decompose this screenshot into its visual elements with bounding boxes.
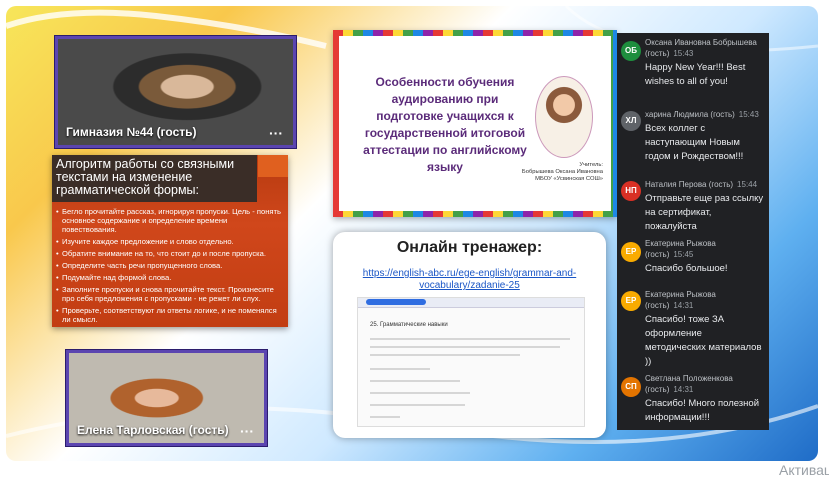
message-sender: Оксана Ивановна Бобрышева (гость) bbox=[645, 38, 757, 58]
participant-name-2: Елена Тарловская (гость) bbox=[77, 423, 229, 437]
message-text: Спасибо! Много полезной информации!!! bbox=[645, 398, 759, 423]
message-time: 15:45 bbox=[673, 250, 694, 259]
text-line bbox=[370, 416, 400, 418]
author-label: Учитель: bbox=[579, 162, 603, 168]
message-time: 14:31 bbox=[673, 301, 694, 310]
message-time: 14:31 bbox=[673, 385, 694, 394]
algorithm-slide: Алгоритм работы со связными текстами на … bbox=[52, 155, 288, 327]
more-options-icon[interactable]: ··· bbox=[269, 125, 283, 141]
participant-tile-2[interactable]: Елена Тарловская (гость) ··· bbox=[66, 350, 267, 446]
message-text: Happy New Year!!! Best wishes to all of … bbox=[645, 62, 746, 87]
text-line bbox=[370, 354, 520, 356]
message-text: Спасибо! тоже ЗА оформление методических… bbox=[645, 314, 762, 367]
text-line bbox=[370, 392, 470, 394]
algorithm-slide-title: Алгоритм работы со связными текстами на … bbox=[52, 155, 257, 202]
list-item: Проверьте, соответствуют ли ответы логик… bbox=[56, 306, 284, 324]
text-line bbox=[370, 404, 465, 406]
algorithm-list: Бегло прочитайте рассказ, игнорируя проп… bbox=[56, 207, 284, 327]
website-task-title: 25. Грамматические навыки bbox=[370, 322, 448, 328]
author-name: Бобрышева Оксана Ивановна bbox=[521, 169, 603, 175]
author-block: Учитель: Бобрышева Оксана Ивановна МБОУ … bbox=[522, 162, 603, 183]
slide-accent-tab bbox=[258, 155, 288, 177]
avatar: НП bbox=[621, 181, 641, 201]
message-text: Отправьте еще раз ссылку на сертификат, … bbox=[645, 193, 764, 232]
text-line bbox=[370, 346, 560, 348]
website-logo bbox=[366, 299, 426, 305]
list-item: Подумайте над формой слова. bbox=[56, 273, 284, 282]
avatar: СП bbox=[621, 377, 641, 397]
trainer-link[interactable]: https://english-abc.ru/ege-english/gramm… bbox=[333, 268, 606, 292]
author-school: МБОУ «Усвинская СОШ» bbox=[535, 176, 603, 182]
website-screenshot: 25. Грамматические навыки bbox=[357, 297, 585, 427]
list-item: Изучите каждое предложение и слово отдел… bbox=[56, 237, 284, 246]
message-time: 15:43 bbox=[673, 49, 694, 58]
message-text: Всех коллег с наступающим Новым годом и … bbox=[645, 123, 744, 162]
avatar: ХЛ bbox=[621, 111, 641, 131]
title-slide-heading: Особенности обучения аудированию при под… bbox=[363, 75, 527, 174]
message-text: Спасибо большое! bbox=[645, 263, 728, 274]
message-sender: харина Людмила (гость) bbox=[645, 110, 735, 119]
message-time: 15:43 bbox=[738, 110, 759, 119]
text-line bbox=[370, 380, 460, 382]
website-header bbox=[358, 298, 584, 308]
text-line bbox=[370, 338, 570, 340]
more-options-icon[interactable]: ··· bbox=[240, 423, 254, 439]
trainer-title: Онлайн тренажер: bbox=[396, 239, 543, 256]
list-item: Обратите внимание на то, что стоит до и … bbox=[56, 249, 284, 258]
trainer-slide: Онлайн тренажер: https://english-abc.ru/… bbox=[333, 232, 606, 438]
message-sender: Наталия Перова (гость) bbox=[645, 180, 734, 189]
chat-panel[interactable]: ОБ Оксана Ивановна Бобрышева (гость) 15:4… bbox=[617, 33, 769, 430]
list-item: Определите часть речи пропущенного слова… bbox=[56, 261, 284, 270]
avatar: ОБ bbox=[621, 41, 641, 61]
participant-name-1: Гимназия №44 (гость) bbox=[66, 125, 197, 139]
avatar: ЕР bbox=[621, 242, 641, 262]
text-line bbox=[370, 368, 430, 370]
avatar: ЕР bbox=[621, 291, 641, 311]
author-photo bbox=[535, 76, 593, 158]
list-item: Заполните пропуски и снова прочитайте те… bbox=[56, 285, 284, 303]
list-item: Бегло прочитайте рассказ, игнорируя проп… bbox=[56, 207, 284, 234]
title-slide: Особенности обучения аудированию при под… bbox=[333, 30, 617, 217]
message-time: 15:44 bbox=[737, 180, 758, 189]
participant-tile-1[interactable]: Гимназия №44 (гость) ··· bbox=[55, 36, 296, 148]
